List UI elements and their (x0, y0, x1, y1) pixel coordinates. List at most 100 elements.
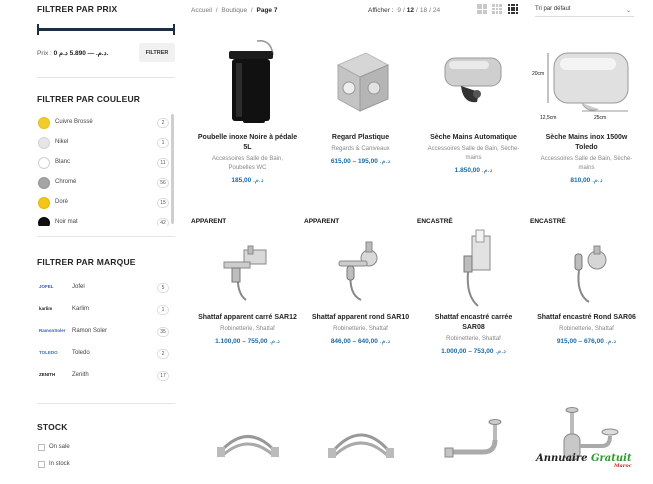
brand-filter-item[interactable]: ZENITH Zenith 17 (37, 367, 175, 389)
brand-filter-item[interactable]: RamonSoler Ramon Soler 35 (37, 323, 175, 345)
color-swatch (38, 217, 50, 226)
product-tag: APPARENT (191, 218, 227, 225)
product-price: د.م. 755,00 – 1.100,00 (191, 337, 304, 345)
product-title[interactable]: Shattaf encastré carrée SAR08 (417, 313, 530, 333)
price-slider-max-handle[interactable] (173, 24, 175, 35)
per-page-option[interactable]: 9 (397, 7, 401, 14)
product-card[interactable]: ENCASTRÉ Shattaf encastré carrée SAR08 Rob… (417, 218, 530, 355)
color-swatch (38, 137, 50, 149)
product-image[interactable] (304, 396, 417, 484)
grid-3-icon[interactable] (492, 4, 502, 14)
product-category[interactable]: Robinetterie, Shattaf (417, 335, 530, 344)
product-title[interactable]: Shattaf encastré Rond SAR06 (530, 313, 643, 323)
watermark-text: Annuaire (536, 453, 591, 464)
product-category[interactable]: Accessoires Salle de Bain, Sèche-mains (417, 145, 530, 163)
product-title[interactable]: Shattaf apparent rond SAR10 (304, 313, 417, 323)
brand-filter-item[interactable]: karlim Karlim 1 (37, 301, 175, 323)
color-filter-item[interactable]: Noir mat 42 (37, 214, 175, 226)
count-badge: 1 (157, 305, 169, 315)
color-filter-item[interactable]: Nikel 1 (37, 134, 175, 154)
color-filter-item[interactable]: Doré 15 (37, 194, 175, 214)
product-image[interactable]: ENCASTRÉ (530, 218, 643, 308)
product-card[interactable]: APPARENT Shattaf apparent carré SAR12 Robi… (191, 218, 304, 345)
per-page-separator: / (416, 7, 418, 14)
product-image[interactable]: APPARENT (191, 218, 304, 308)
product-category[interactable]: Accessoires Salle de Bain, Poubelles WC (191, 155, 304, 173)
grid-2-icon[interactable] (477, 4, 487, 14)
product-card[interactable] (530, 396, 643, 484)
product-title[interactable]: Shattaf apparent carré SAR12 (191, 313, 304, 323)
color-filter-item[interactable]: Cuivre Brossé 2 (37, 114, 175, 134)
brand-filter-label: Jofel (72, 284, 85, 290)
count-badge: 1 (157, 138, 169, 148)
currency-symbol: د.م. (379, 338, 391, 345)
brand-filter-item[interactable]: JOFEL Jofel 5 (37, 279, 175, 301)
product-title[interactable]: Regard Plastique (304, 133, 417, 143)
product-card[interactable] (191, 396, 304, 484)
product-category[interactable]: Accessoires Salle de Bain, Sèche-mains (530, 155, 643, 173)
stock-filter-item[interactable]: In stock (37, 457, 175, 474)
product-category[interactable]: Robinetterie, Shattaf (304, 325, 417, 334)
product-card[interactable]: 20cm 25cm 12,5cm Sèche Mains inox 1500w Tol… (530, 33, 643, 184)
product-image[interactable] (417, 396, 530, 484)
product-card[interactable] (304, 396, 417, 484)
product-title[interactable]: Sèche Mains Automatique (417, 133, 530, 143)
product-price: د.م. 753,00 – 1.000,00 (417, 347, 530, 355)
product-card[interactable]: Regard Plastique Regards & Caniveaux د.م. … (304, 33, 417, 165)
product-image[interactable] (191, 396, 304, 484)
product-title[interactable]: Poubelle inoxe Noire à pédale 5L (191, 133, 304, 153)
product-image[interactable] (530, 396, 643, 484)
breadcrumb-home[interactable]: Accueil (191, 7, 212, 14)
stock-filter-list: On sale In stock (37, 440, 175, 474)
product-category[interactable]: Robinetterie, Shattaf (191, 325, 304, 334)
count-badge: 11 (157, 158, 169, 168)
product-image[interactable]: 20cm 25cm 12,5cm (530, 33, 643, 128)
sort-select[interactable]: Tri par défaut ⌄ (535, 3, 634, 17)
brand-logo: RamonSoler (39, 328, 66, 333)
product-image[interactable]: ENCASTRÉ (417, 218, 530, 308)
brand-filter-label: Toledo (72, 350, 90, 356)
product-card[interactable]: ENCASTRÉ Shattaf encastré Rond SAR06 Robin… (530, 218, 643, 345)
count-badge: 35 (157, 327, 169, 337)
color-filter-item[interactable]: Blanc 11 (37, 154, 175, 174)
per-page-option[interactable]: 24 (433, 7, 440, 14)
color-list-scrollbar[interactable] (171, 114, 174, 224)
product-card[interactable]: Poubelle inoxe Noire à pédale 5L Accessoi… (191, 33, 304, 184)
breadcrumb-current: Page 7 (256, 7, 278, 14)
product-image[interactable] (417, 33, 530, 128)
product-image[interactable]: APPARENT (304, 218, 417, 308)
breadcrumb-shop[interactable]: Boutique (221, 7, 247, 14)
color-filter-item[interactable]: Chromé 56 (37, 174, 175, 194)
price-slider-min-handle[interactable] (37, 24, 39, 35)
product-card[interactable]: Sèche Mains Automatique Accessoires Salle… (417, 33, 530, 174)
product-card[interactable] (417, 396, 530, 484)
grid-4-icon[interactable] (508, 4, 518, 14)
filter-price-button[interactable]: FILTRER (139, 43, 175, 62)
price-amount: 753,00 – 1.000,00 (441, 348, 494, 355)
per-page-option[interactable]: 18 (420, 7, 427, 14)
product-category[interactable]: Robinetterie, Shattaf (530, 325, 643, 334)
per-page-option[interactable]: 12 (407, 7, 414, 14)
checkbox[interactable] (38, 444, 45, 451)
count-badge: 2 (157, 349, 169, 359)
product-category[interactable]: Regards & Caniveaux (304, 145, 417, 154)
stock-filter-label: On sale (49, 444, 70, 450)
brand-logo: TOLEDO (39, 350, 58, 355)
price-filter-title: FILTRER PAR PRIX (37, 4, 118, 14)
product-tag: ENCASTRÉ (417, 218, 453, 225)
product-image[interactable] (191, 33, 304, 128)
price-slider-track[interactable] (37, 28, 175, 31)
price-amount: 1.850,00 (454, 167, 480, 174)
color-filter-list: Cuivre Brossé 2 Nikel 1 Blanc 11 Chromé 56 Doré 1… (37, 114, 175, 226)
product-card[interactable]: APPARENT Shattaf apparent rond SAR10 Robin… (304, 218, 417, 345)
product-title[interactable]: Sèche Mains inox 1500w Toledo (530, 133, 643, 153)
checkbox[interactable] (38, 461, 45, 468)
price-amount: 195,00 – 615,00 (330, 158, 378, 165)
product-image[interactable] (304, 33, 417, 128)
product-price: د.م. 185,00 (191, 176, 304, 184)
brand-logo: ZENITH (39, 372, 56, 377)
brand-filter-item[interactable]: TOLEDO Toledo 2 (37, 345, 175, 367)
stock-filter-item[interactable]: On sale (37, 440, 175, 457)
color-filter-label: Blanc (55, 159, 71, 165)
brand-filter-label: Zenith (72, 372, 89, 378)
